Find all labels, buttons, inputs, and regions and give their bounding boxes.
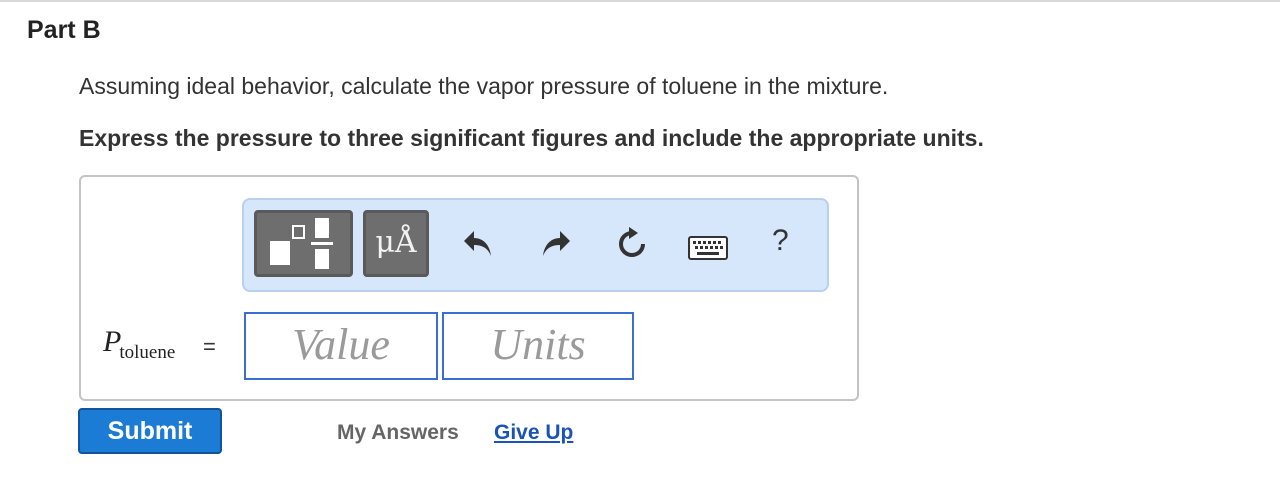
units-placeholder: Units — [490, 320, 586, 369]
value-placeholder: Value — [292, 320, 390, 369]
top-divider — [0, 0, 1280, 2]
reset-icon[interactable] — [614, 226, 650, 262]
templates-button[interactable] — [254, 210, 353, 277]
give-up-link[interactable]: Give Up — [494, 421, 573, 445]
my-answers-link[interactable]: My Answers — [337, 421, 459, 445]
value-input[interactable]: Value — [244, 312, 438, 380]
units-input[interactable]: Units — [442, 312, 634, 380]
variable-subscript: toluene — [119, 342, 176, 363]
submit-button[interactable]: Submit — [78, 408, 222, 454]
help-button[interactable]: ? — [772, 224, 789, 258]
equals-sign: = — [203, 334, 216, 359]
variable-label: Ptoluene — [103, 325, 177, 363]
units-button[interactable]: μÅ — [363, 210, 429, 277]
keyboard-icon[interactable] — [688, 236, 728, 260]
units-button-label: μÅ — [375, 225, 417, 260]
undo-icon[interactable] — [462, 228, 496, 260]
instruction-text: Express the pressure to three significan… — [79, 125, 984, 151]
fraction-template-icon — [270, 218, 333, 269]
part-title: Part B — [27, 16, 101, 44]
question-text: Assuming ideal behavior, calculate the v… — [79, 73, 889, 99]
redo-icon[interactable] — [538, 228, 572, 260]
